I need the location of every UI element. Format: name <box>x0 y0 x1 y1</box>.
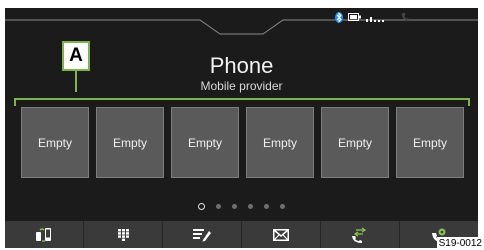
status-bar <box>335 11 410 23</box>
page-dot[interactable] <box>280 204 285 209</box>
contacts-icon <box>193 228 211 241</box>
page-dot[interactable] <box>198 203 205 210</box>
messages-icon <box>273 228 289 241</box>
favorite-slot-5[interactable]: Empty <box>321 107 389 178</box>
page-indicator <box>5 203 478 210</box>
phone-handset-icon <box>402 13 409 21</box>
page-dot[interactable] <box>232 204 237 209</box>
bluetooth-icon <box>335 11 343 23</box>
page-dot[interactable] <box>216 204 221 209</box>
messages-button[interactable] <box>241 221 320 248</box>
favorite-slot-4[interactable]: Empty <box>246 107 314 178</box>
call-list-icon <box>352 226 367 243</box>
callout-leader-line <box>75 70 77 92</box>
favorites-list: Empty Empty Empty Empty Empty Empty <box>21 107 464 178</box>
battery-icon <box>348 13 361 21</box>
call-list-button[interactable] <box>320 221 399 248</box>
page-dot[interactable] <box>264 204 269 209</box>
image-reference-code: S19-0012 <box>436 237 484 250</box>
keypad-icon <box>117 228 129 241</box>
keypad-button[interactable] <box>83 221 162 248</box>
callout-marker: A <box>62 41 90 71</box>
favorites-bracket <box>14 98 470 106</box>
signal-strength-icon <box>366 16 384 22</box>
page-dot[interactable] <box>248 204 253 209</box>
favorite-slot-6[interactable]: Empty <box>396 107 464 178</box>
contacts-button[interactable] <box>162 221 241 248</box>
favorite-slot-3[interactable]: Empty <box>171 107 239 178</box>
bottom-menu-bar <box>5 221 478 248</box>
phone-selection-icon <box>36 227 51 242</box>
favorite-slot-1[interactable]: Empty <box>21 107 89 178</box>
phone-selection-button[interactable] <box>5 221 83 248</box>
favorite-slot-2[interactable]: Empty <box>96 107 164 178</box>
